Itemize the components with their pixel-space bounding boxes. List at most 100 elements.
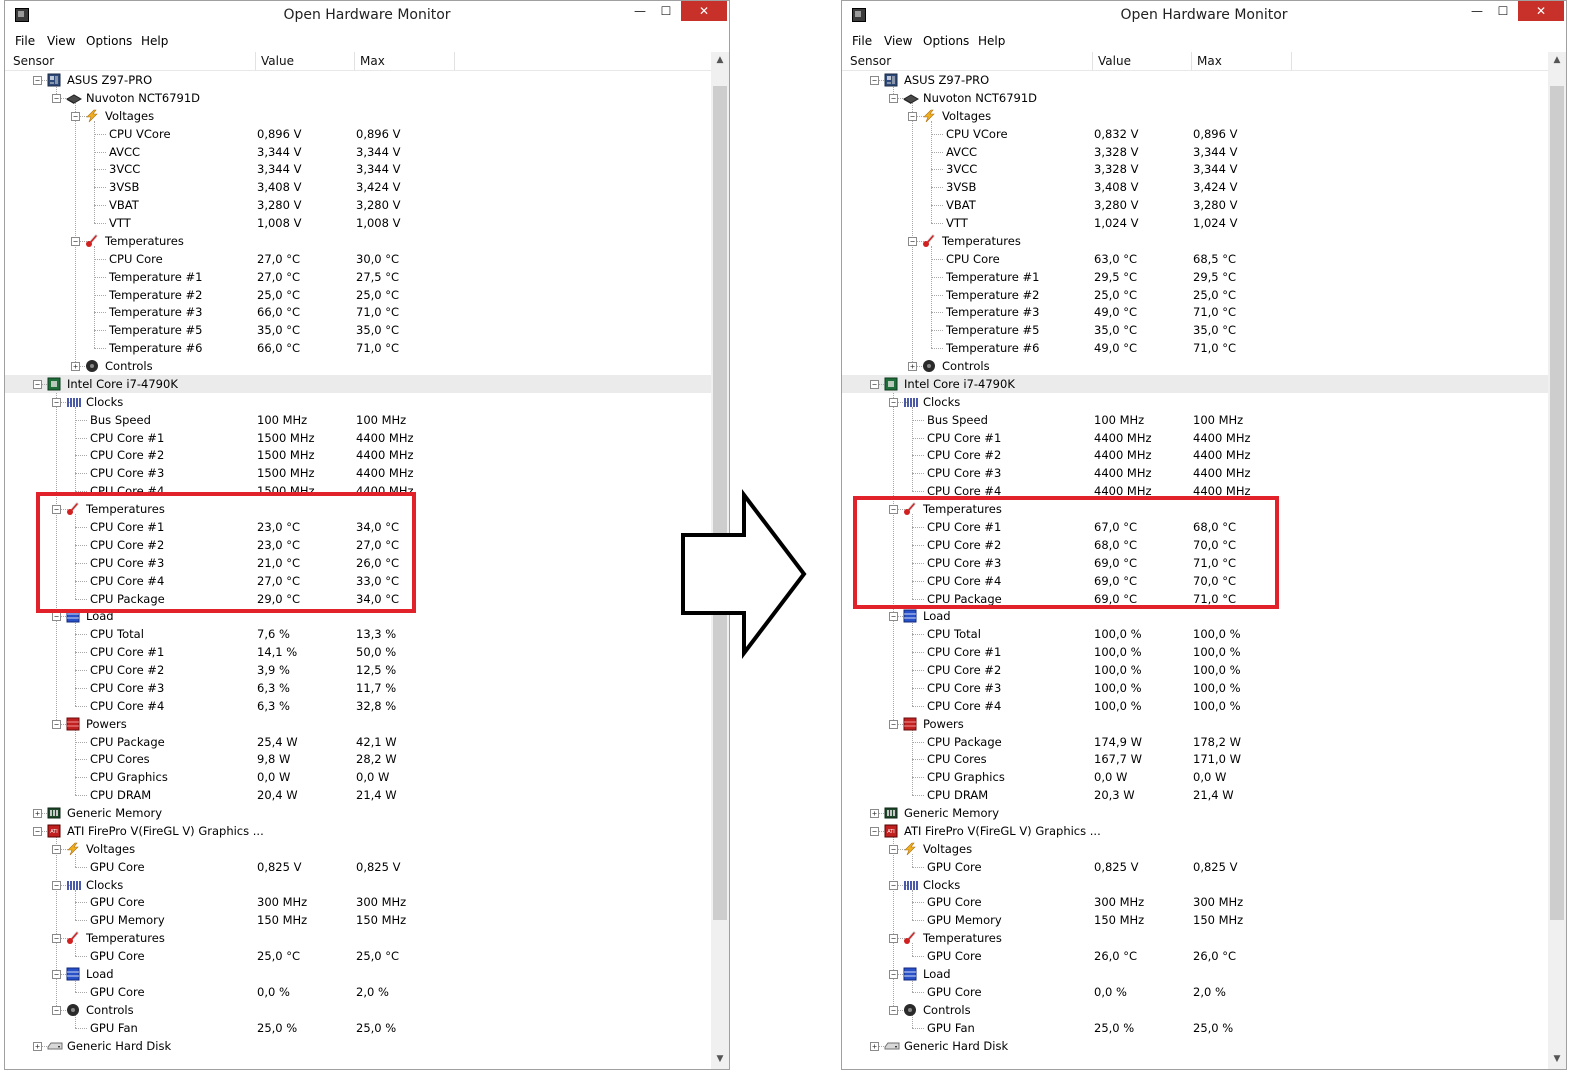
expand-icon[interactable]: + (908, 362, 917, 372)
tree-node-controls[interactable]: − Controls (5, 1001, 711, 1019)
tree-node-clocks[interactable]: − Clocks (5, 876, 711, 894)
column-max[interactable]: Max (1197, 54, 1222, 68)
tree-node-asus-z97-pro[interactable]: − ASUS Z97-PRO (5, 71, 711, 89)
collapse-icon[interactable]: − (908, 236, 917, 246)
sensor-row-cpu-core-1[interactable]: CPU Core #1 14,1 % 50,0 % (5, 643, 711, 661)
sensor-row-gpu-core[interactable]: GPU Core 0,0 % 2,0 % (5, 983, 711, 1001)
sensor-row-cpu-core-1[interactable]: CPU Core #1 100,0 % 100,0 % (842, 643, 1548, 661)
menu-file[interactable]: File (15, 34, 35, 48)
sensor-row-temperature-5[interactable]: Temperature #5 35,0 °C 35,0 °C (5, 321, 711, 339)
tree-node-load[interactable]: − Load (842, 965, 1548, 983)
collapse-icon[interactable]: − (52, 719, 61, 729)
tree-node-voltages[interactable]: − Voltages (5, 840, 711, 858)
sensor-row-cpu-core-3[interactable]: CPU Core #3 6,3 % 11,7 % (5, 679, 711, 697)
tree-node-controls[interactable]: + Controls (5, 357, 711, 375)
sensor-row-cpu-total[interactable]: CPU Total 100,0 % 100,0 % (842, 625, 1548, 643)
tree-node-voltages[interactable]: − Voltages (842, 840, 1548, 858)
sensor-row-temperature-5[interactable]: Temperature #5 35,0 °C 35,0 °C (842, 321, 1548, 339)
sensor-row-gpu-memory[interactable]: GPU Memory 150 MHz 150 MHz (5, 911, 711, 929)
menu-view[interactable]: View (884, 34, 912, 48)
sensor-row-cpu-vcore[interactable]: CPU VCore 0,832 V 0,896 V (842, 125, 1548, 143)
collapse-icon[interactable]: − (52, 612, 61, 622)
collapse-icon[interactable]: − (889, 397, 898, 407)
tree-node-generic-hard-disk[interactable]: + Generic Hard Disk (5, 1037, 711, 1055)
minimize-button[interactable]: — (627, 1, 653, 21)
tree-node-nuvoton-nct6791d[interactable]: − Nuvoton NCT6791D (5, 89, 711, 107)
sensor-row-cpu-core[interactable]: CPU Core 63,0 °C 68,5 °C (842, 250, 1548, 268)
collapse-icon[interactable]: − (870, 379, 879, 389)
sensor-row-cpu-cores[interactable]: CPU Cores 167,7 W 171,0 W (842, 750, 1548, 768)
sensor-row-gpu-memory[interactable]: GPU Memory 150 MHz 150 MHz (842, 911, 1548, 929)
sensor-row-cpu-core-3[interactable]: CPU Core #3 4400 MHz 4400 MHz (842, 464, 1548, 482)
sensor-row-temperature-1[interactable]: Temperature #1 29,5 °C 29,5 °C (842, 268, 1548, 286)
collapse-icon[interactable]: − (52, 1005, 61, 1015)
tree-node-intel-core-i7-4790k[interactable]: − Intel Core i7-4790K (842, 374, 1548, 393)
tree-node-intel-core-i7-4790k[interactable]: − Intel Core i7-4790K (5, 374, 711, 393)
sensor-row-gpu-core[interactable]: GPU Core 26,0 °C 26,0 °C (842, 947, 1548, 965)
sensor-row-cpu-core-4[interactable]: CPU Core #4 100,0 % 100,0 % (842, 697, 1548, 715)
sensor-row-avcc[interactable]: AVCC 3,328 V 3,344 V (842, 143, 1548, 161)
menu-options[interactable]: Options (86, 34, 132, 48)
tree-node-load[interactable]: − Load (5, 965, 711, 983)
collapse-icon[interactable]: − (71, 236, 80, 246)
collapse-icon[interactable]: − (52, 93, 61, 103)
collapse-icon[interactable]: − (870, 826, 879, 836)
expand-icon[interactable]: + (71, 362, 80, 372)
collapse-icon[interactable]: − (889, 970, 898, 979)
menu-options[interactable]: Options (923, 34, 969, 48)
sensor-row-gpu-core[interactable]: GPU Core 0,825 V 0,825 V (5, 858, 711, 876)
collapse-icon[interactable]: − (52, 844, 61, 854)
tree-node-generic-memory[interactable]: + Generic Memory (5, 804, 711, 822)
sensor-row-vbat[interactable]: VBAT 3,280 V 3,280 V (5, 196, 711, 214)
tree-node-controls[interactable]: − Controls (842, 1001, 1548, 1019)
vertical-scrollbar[interactable]: ▲ ▼ (1548, 52, 1566, 1069)
sensor-row-cpu-core-2[interactable]: CPU Core #2 100,0 % 100,0 % (842, 661, 1548, 679)
collapse-icon[interactable]: − (889, 880, 898, 890)
sensor-row-cpu-vcore[interactable]: CPU VCore 0,896 V 0,896 V (5, 125, 711, 143)
tree-node-generic-memory[interactable]: + Generic Memory (842, 804, 1548, 822)
column-sensor[interactable]: Sensor (13, 54, 54, 68)
tree-node-powers[interactable]: − Powers (5, 715, 711, 733)
collapse-icon[interactable]: − (33, 76, 42, 85)
collapse-icon[interactable]: − (33, 826, 42, 836)
column-divider[interactable] (1191, 52, 1192, 70)
scroll-up-icon[interactable]: ▲ (711, 52, 729, 68)
sensor-row-cpu-core-3[interactable]: CPU Core #3 100,0 % 100,0 % (842, 679, 1548, 697)
sensor-row-gpu-core[interactable]: GPU Core 0,825 V 0,825 V (842, 858, 1548, 876)
sensor-row-cpu-package[interactable]: CPU Package 174,9 W 178,2 W (842, 733, 1548, 751)
collapse-icon[interactable]: − (71, 111, 80, 121)
expand-icon[interactable]: + (33, 1041, 42, 1051)
scrollbar-thumb[interactable] (1550, 86, 1564, 920)
sensor-row-temperature-6[interactable]: Temperature #6 49,0 °C 71,0 °C (842, 339, 1548, 357)
tree-node-temperatures[interactable]: − Temperatures (842, 929, 1548, 947)
tree-node-ati-firepro-v-firegl-v-graphics[interactable]: − ATI ATI FirePro V(FireGL V) Graphics ... (5, 822, 711, 840)
sensor-row-cpu-core-3[interactable]: CPU Core #3 1500 MHz 4400 MHz (5, 464, 711, 482)
maximize-button[interactable]: ☐ (653, 1, 679, 21)
menu-file[interactable]: File (852, 34, 872, 48)
sensor-row-gpu-fan[interactable]: GPU Fan 25,0 % 25,0 % (842, 1019, 1548, 1037)
menu-view[interactable]: View (47, 34, 75, 48)
collapse-icon[interactable]: − (908, 111, 917, 121)
minimize-button[interactable]: — (1464, 1, 1490, 21)
sensor-row-temperature-1[interactable]: Temperature #1 27,0 °C 27,5 °C (5, 268, 711, 286)
sensor-row-cpu-core-2[interactable]: CPU Core #2 1500 MHz 4400 MHz (5, 446, 711, 464)
collapse-icon[interactable]: − (870, 76, 879, 85)
sensor-row-cpu-dram[interactable]: CPU DRAM 20,3 W 21,4 W (842, 786, 1548, 804)
sensor-row-cpu-core[interactable]: CPU Core 27,0 °C 30,0 °C (5, 250, 711, 268)
sensor-row-gpu-core[interactable]: GPU Core 25,0 °C 25,0 °C (5, 947, 711, 965)
expand-icon[interactable]: + (870, 1041, 879, 1051)
title-bar[interactable]: Open Hardware Monitor — ☐ ✕ (842, 1, 1566, 31)
column-divider[interactable] (454, 52, 455, 70)
tree-node-temperatures[interactable]: − Temperatures (5, 232, 711, 250)
tree-node-powers[interactable]: − Powers (842, 715, 1548, 733)
collapse-icon[interactable]: − (889, 844, 898, 854)
tree-node-nuvoton-nct6791d[interactable]: − Nuvoton NCT6791D (842, 89, 1548, 107)
maximize-button[interactable]: ☐ (1490, 1, 1516, 21)
tree-node-clocks[interactable]: − Clocks (842, 393, 1548, 411)
sensor-row-gpu-core[interactable]: GPU Core 300 MHz 300 MHz (5, 893, 711, 911)
tree-node-voltages[interactable]: − Voltages (5, 107, 711, 125)
sensor-row-cpu-core-2[interactable]: CPU Core #2 4400 MHz 4400 MHz (842, 446, 1548, 464)
sensor-row-cpu-core-4[interactable]: CPU Core #4 6,3 % 32,8 % (5, 697, 711, 715)
column-divider[interactable] (1291, 52, 1292, 70)
sensor-row-temperature-2[interactable]: Temperature #2 25,0 °C 25,0 °C (842, 286, 1548, 304)
